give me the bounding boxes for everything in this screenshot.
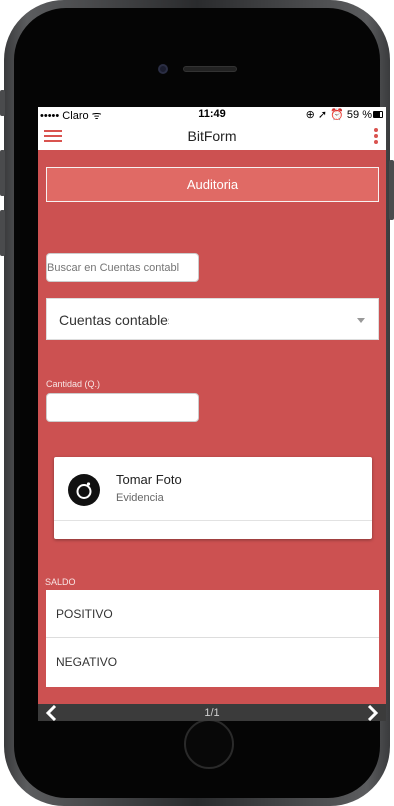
earpiece-speaker — [183, 66, 237, 72]
saldo-option-negativo[interactable]: NEGATIVO — [46, 638, 379, 686]
app-screen: ••••• Claro ᯤ 11:49 ⊕ ➚ ⏰ 59 % BitForm A… — [38, 107, 386, 721]
card-divider — [54, 520, 372, 521]
status-indicators: ⊕ ➚ ⏰ 59 % — [305, 109, 372, 121]
kebab-menu-icon[interactable] — [374, 128, 378, 145]
take-photo-card[interactable]: Tomar Foto Evidencia — [54, 457, 372, 539]
battery-icon — [373, 111, 383, 118]
search-input[interactable] — [46, 253, 199, 282]
form-title-button[interactable]: Auditoria — [46, 167, 379, 202]
app-bar: BitForm — [38, 122, 386, 150]
mute-switch — [0, 90, 5, 116]
pager-bar: 1/1 — [38, 704, 386, 721]
power-button — [389, 160, 394, 220]
cantidad-label: Cantidad (Q.) — [46, 379, 101, 389]
saldo-option-positivo[interactable]: POSITIVO — [46, 590, 379, 638]
select-value: Cuentas contables — [59, 312, 169, 328]
page-indicator: 1/1 — [204, 707, 220, 719]
home-button[interactable] — [184, 719, 234, 769]
app-title: BitForm — [187, 128, 237, 144]
volume-up-button — [0, 150, 5, 196]
status-bar: ••••• Claro ᯤ 11:49 ⊕ ➚ ⏰ 59 % — [38, 107, 386, 122]
photo-subtitle: Evidencia — [116, 492, 164, 504]
volume-down-button — [0, 210, 5, 256]
photo-title: Tomar Foto — [116, 472, 182, 487]
cantidad-input[interactable] — [46, 393, 199, 422]
cuentas-contables-select[interactable]: Cuentas contables — [46, 298, 379, 340]
front-camera — [158, 64, 168, 74]
camera-icon — [68, 474, 100, 506]
chevron-right-icon[interactable] — [366, 705, 380, 721]
dropdown-caret-icon — [357, 318, 365, 323]
saldo-label: SALDO — [45, 577, 76, 587]
saldo-options: POSITIVO NEGATIVO — [46, 590, 379, 687]
